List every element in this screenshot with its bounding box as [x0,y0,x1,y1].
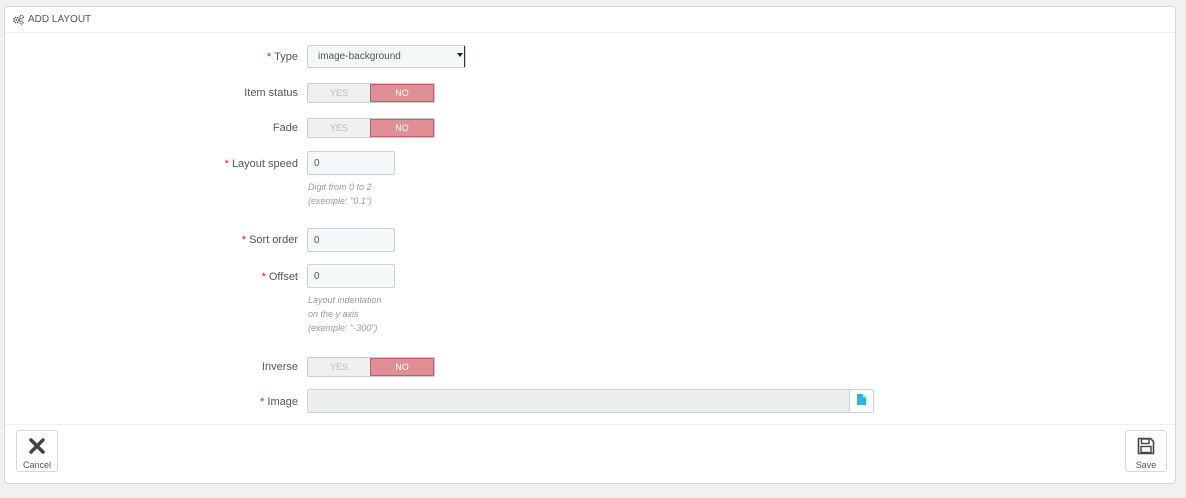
layout-speed-help: Digit from 0 to 2 (exemple: "0.1") [308,180,372,208]
inverse-no[interactable]: NO [370,358,434,376]
cancel-button[interactable]: Cancel [16,430,58,472]
image-label-text: Image [267,396,298,408]
fade-yes[interactable]: YES [308,119,370,137]
item-status-label: Item status [244,87,298,99]
image-browse-button[interactable] [850,389,874,413]
image-label: * Image [260,396,298,408]
offset-help: Layout indentation on the y axis (exempl… [308,293,382,335]
help-line: (exemple: "0.1") [308,196,372,206]
sort-order-label: * Sort order [242,234,298,246]
panel-footer: Cancel Save [5,424,1175,483]
file-icon [857,392,866,410]
required-marker: * [266,51,272,63]
item-status-yes[interactable]: YES [308,84,370,102]
required-marker: * [261,271,266,283]
cogs-icon [12,14,25,25]
help-line: Digit from 0 to 2 [308,182,372,192]
save-button[interactable]: Save [1125,430,1167,472]
offset-label: * Offset [262,271,298,283]
type-label-text: Type [274,51,298,63]
layout-speed-label-text: Layout speed [231,158,298,170]
type-select-value: image-background [318,51,401,62]
save-icon [1137,437,1155,455]
sort-order-value: 0 [314,234,320,246]
offset-label-text: Offset [268,271,298,283]
fade-switch[interactable]: YES NO [307,118,435,138]
close-icon [29,437,45,455]
item-status-no[interactable]: NO [370,84,434,102]
inverse-yes[interactable]: YES [308,358,370,376]
panel-heading: ADD LAYOUT [5,7,1175,33]
help-line: on the y axis [308,309,359,319]
layout-speed-input[interactable]: 0 [307,151,395,175]
fade-label: Fade [272,122,298,134]
layout-speed-value: 0 [314,157,320,169]
save-button-label: Save [1135,460,1157,470]
required-marker: * [260,396,265,408]
inverse-switch[interactable]: YES NO [307,357,435,377]
help-line: Layout indentation [308,295,382,305]
chevron-down-icon [457,53,463,57]
sort-order-input[interactable]: 0 [307,228,395,252]
help-line: (exemple: "-300") [308,323,378,333]
add-layout-panel: ADD LAYOUT * Type image-background Item s… [4,6,1176,484]
sort-order-label-text: Sort order [249,234,298,246]
item-status-switch[interactable]: YES NO [307,83,435,103]
offset-input[interactable]: 0 [307,264,395,288]
required-marker: * [224,158,229,170]
image-file-input[interactable] [307,389,850,413]
select-divider [464,46,465,67]
panel-title: ADD LAYOUT [28,14,92,25]
required-marker: * [241,234,247,246]
type-label: * Type [267,51,298,63]
cancel-button-label: Cancel [22,460,51,470]
type-select[interactable]: image-background [307,45,466,68]
inverse-label: Inverse [261,361,298,373]
fade-no[interactable]: NO [370,119,434,137]
offset-value: 0 [314,270,320,282]
layout-speed-label: * Layout speed [225,158,298,170]
